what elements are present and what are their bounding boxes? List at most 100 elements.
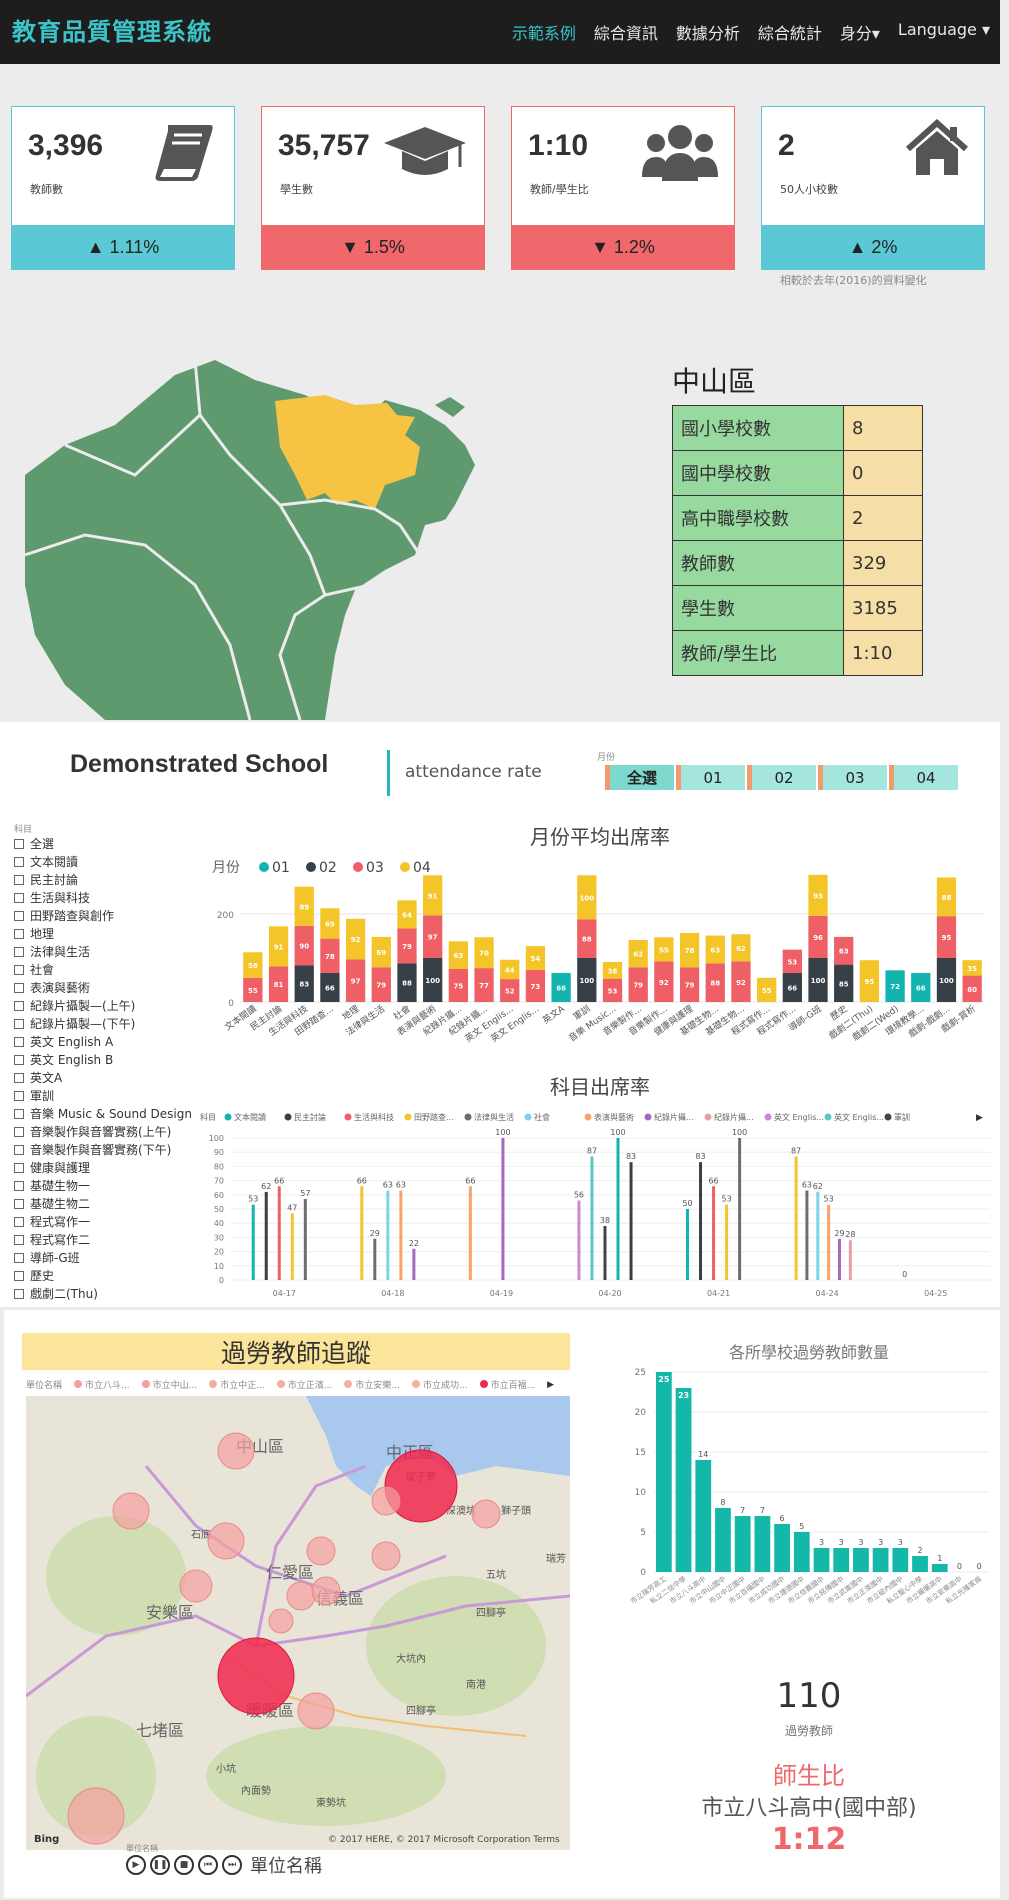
bar[interactable]: [603, 1226, 607, 1280]
play-icon[interactable]: ▶: [126, 1855, 146, 1875]
checkbox-icon[interactable]: [14, 1289, 24, 1299]
map-bubble[interactable]: [297, 1692, 335, 1730]
checkbox-icon[interactable]: [14, 1037, 24, 1047]
bar[interactable]: [399, 1190, 403, 1280]
bar[interactable]: [912, 1556, 928, 1572]
checkbox-icon[interactable]: [14, 947, 24, 957]
bar[interactable]: [675, 1388, 692, 1572]
nav-link-identity[interactable]: 身分▾: [840, 20, 880, 44]
checkbox-icon[interactable]: [14, 1145, 24, 1155]
map-island[interactable]: [435, 397, 465, 417]
month-button-all[interactable]: 全選: [605, 765, 674, 790]
next-icon[interactable]: ⏭: [222, 1855, 242, 1875]
bar[interactable]: [360, 1186, 364, 1280]
bar[interactable]: [251, 1204, 255, 1280]
subject-filter-item[interactable]: 田野踏查與創作: [14, 907, 204, 925]
legend-label[interactable]: 軍訓: [894, 1112, 910, 1122]
bar[interactable]: [715, 1508, 731, 1572]
checkbox-icon[interactable]: [14, 965, 24, 975]
map-legend-item[interactable]: 市立中山...: [141, 1378, 197, 1391]
map-bubble[interactable]: [112, 1492, 150, 1530]
bar[interactable]: [754, 1516, 771, 1572]
month-button-03[interactable]: 03: [818, 765, 887, 790]
bar[interactable]: [794, 1156, 798, 1280]
subject-filter-item[interactable]: 歷史: [14, 1267, 204, 1285]
map-bubble[interactable]: [371, 1486, 401, 1516]
checkbox-icon[interactable]: [14, 839, 24, 849]
legend-label[interactable]: 田野踏查...: [414, 1112, 454, 1122]
legend-next-icon[interactable]: ▶: [547, 1380, 554, 1390]
checkbox-icon[interactable]: [14, 1217, 24, 1227]
checkbox-icon[interactable]: [14, 1073, 24, 1083]
bar[interactable]: [774, 1524, 790, 1572]
bar[interactable]: [813, 1548, 830, 1572]
bar[interactable]: [816, 1191, 820, 1280]
bar[interactable]: [616, 1138, 620, 1280]
map-bubble[interactable]: [217, 1432, 255, 1470]
map-bubble[interactable]: [67, 1787, 125, 1845]
checkbox-icon[interactable]: [14, 1199, 24, 1209]
legend-label[interactable]: 01: [272, 860, 290, 876]
subject-filter-item[interactable]: 健康與護理: [14, 1159, 204, 1177]
checkbox-icon[interactable]: [14, 983, 24, 993]
bar[interactable]: [695, 1460, 712, 1572]
subject-filter-item[interactable]: 程式寫作一: [14, 1213, 204, 1231]
bar[interactable]: [686, 1209, 689, 1280]
legend-label[interactable]: 民主討論: [294, 1112, 326, 1122]
checkbox-icon[interactable]: [14, 1091, 24, 1101]
map-bubble[interactable]: [286, 1581, 316, 1611]
legend-label[interactable]: 紀錄片攝...: [714, 1112, 754, 1122]
bar[interactable]: [853, 1548, 869, 1572]
bar[interactable]: [577, 1200, 581, 1280]
checkbox-icon[interactable]: [14, 875, 24, 885]
bar[interactable]: [931, 1564, 948, 1572]
month-button-04[interactable]: 04: [889, 765, 958, 790]
map-bubble[interactable]: [306, 1536, 336, 1566]
legend-label[interactable]: 文本閱讀: [234, 1112, 266, 1122]
legend-label[interactable]: 英文 Englis...: [774, 1112, 824, 1122]
checkbox-icon[interactable]: [14, 1001, 24, 1011]
bar[interactable]: [827, 1204, 831, 1280]
bar[interactable]: [655, 1372, 672, 1572]
bar[interactable]: [303, 1199, 307, 1280]
nav-link-demo[interactable]: 示範系例: [512, 20, 576, 44]
bar[interactable]: [725, 1204, 729, 1280]
subject-filter-item[interactable]: 戲劇二(Thu): [14, 1285, 204, 1303]
subject-filter-item[interactable]: 程式寫作二: [14, 1231, 204, 1249]
bar[interactable]: [892, 1548, 909, 1572]
map-legend-item[interactable]: 市立八斗...: [74, 1378, 130, 1391]
legend-label[interactable]: 表演與藝術: [594, 1112, 634, 1122]
subject-filter-item[interactable]: 英文 English B: [14, 1051, 204, 1069]
checkbox-icon[interactable]: [14, 1235, 24, 1245]
checkbox-icon[interactable]: [14, 929, 24, 939]
subject-filter-item[interactable]: 生活與科技: [14, 889, 204, 907]
bar[interactable]: [805, 1190, 809, 1280]
stop-icon[interactable]: ■: [174, 1855, 194, 1875]
map-region-outer[interactable]: [25, 360, 475, 720]
map-legend-item[interactable]: 市立正濱...: [276, 1378, 332, 1391]
bar[interactable]: [712, 1186, 716, 1280]
subject-filter-item[interactable]: 基礎生物二: [14, 1195, 204, 1213]
bar[interactable]: [412, 1248, 416, 1280]
legend-label[interactable]: 04: [413, 860, 431, 876]
subject-filter-item[interactable]: 音樂製作與音響實務(下午): [14, 1141, 204, 1159]
subject-filter-item[interactable]: 英文 English A: [14, 1033, 204, 1051]
subject-filter-item[interactable]: 表演與藝術: [14, 979, 204, 997]
bar[interactable]: [277, 1186, 281, 1280]
bar[interactable]: [793, 1532, 810, 1572]
subject-filter-item[interactable]: 紀錄片攝製—(下午): [14, 1015, 204, 1033]
subject-filter-item[interactable]: 文本閱讀: [14, 853, 204, 871]
map-bubble[interactable]: [217, 1637, 295, 1715]
map-bubble[interactable]: [268, 1608, 294, 1634]
bar[interactable]: [734, 1516, 751, 1572]
subject-filter-item[interactable]: 地理: [14, 925, 204, 943]
bar[interactable]: [838, 1238, 841, 1280]
map-bubble[interactable]: [371, 1541, 401, 1571]
checkbox-icon[interactable]: [14, 1163, 24, 1173]
legend-label[interactable]: 紀錄片攝...: [654, 1112, 694, 1122]
checkbox-icon[interactable]: [14, 893, 24, 903]
checkbox-icon[interactable]: [14, 1055, 24, 1065]
subject-filter-item[interactable]: 紀錄片攝製—(上午): [14, 997, 204, 1015]
bar[interactable]: [264, 1191, 268, 1280]
checkbox-icon[interactable]: [14, 1271, 24, 1281]
